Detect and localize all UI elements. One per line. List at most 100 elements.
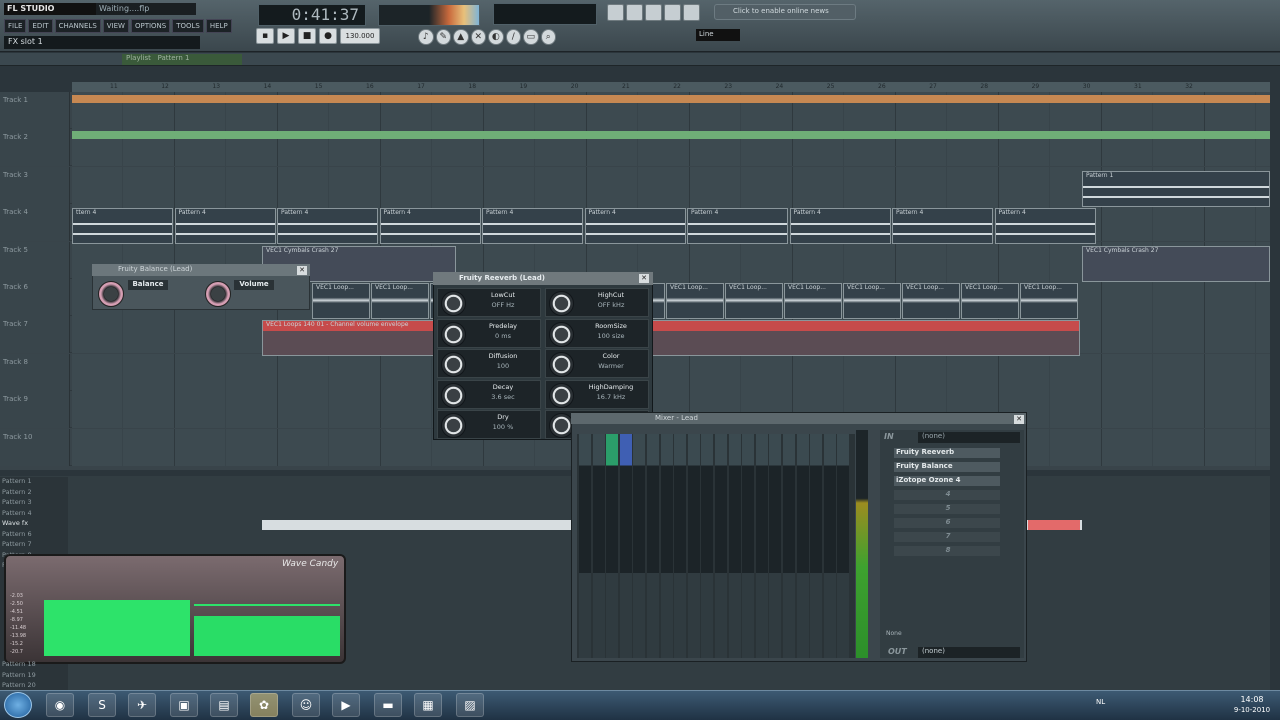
close-icon[interactable]: ✕ <box>1014 415 1024 424</box>
menu-tools[interactable]: TOOLS <box>172 19 204 33</box>
stop-button[interactable]: ■ <box>298 28 316 44</box>
pattern-list-item[interactable]: Pattern 2 <box>0 488 68 499</box>
metronome-icon[interactable]: ♪ <box>418 29 434 45</box>
pencil-icon[interactable]: ✎ <box>435 29 451 45</box>
pattern-clip[interactable]: Pattern 4 <box>174 208 276 245</box>
app-icon[interactable]: ☺ <box>292 693 320 717</box>
pattern-list-item[interactable]: Pattern 4 <box>0 509 68 520</box>
taskbar-clock-time[interactable]: 14:08 <box>1232 695 1272 705</box>
pattern-list-item[interactable]: Pattern 1 <box>0 477 68 488</box>
reverb-knob[interactable] <box>549 291 574 316</box>
tempo-box[interactable]: 130.000 <box>340 28 380 44</box>
fx-slot[interactable]: 6 <box>894 518 1000 528</box>
mixer-channel-strip[interactable] <box>660 434 673 658</box>
start-button[interactable] <box>4 692 32 718</box>
reverb-knob[interactable] <box>441 382 466 408</box>
online-news-bar[interactable]: Click to enable online news <box>714 4 856 20</box>
track-label[interactable]: Track 9 <box>0 391 70 429</box>
loop-clip[interactable]: VEC1 Loop... <box>725 283 783 319</box>
mute-icon[interactable]: ◐ <box>488 29 504 45</box>
app-icon[interactable]: ▨ <box>456 693 484 717</box>
close-icon[interactable]: ✕ <box>297 266 307 275</box>
fruity-reeverb-title[interactable]: Fruity Reeverb (Lead) <box>433 272 653 285</box>
folder-icon[interactable]: ▬ <box>374 693 402 717</box>
fx-slot[interactable]: 5 <box>894 504 1000 514</box>
pattern-list-item[interactable]: Pattern 18 <box>0 660 68 671</box>
menu-help[interactable]: HELP <box>205 19 232 33</box>
track-label[interactable]: Track 5 <box>0 241 70 279</box>
fx-slot[interactable]: 4 <box>894 490 1000 500</box>
track-label[interactable]: Track 7 <box>0 316 70 354</box>
select-icon[interactable]: ▭ <box>523 29 539 45</box>
pattern-list-item[interactable]: Pattern 6 <box>0 530 68 541</box>
reverb-knob[interactable] <box>549 352 574 377</box>
reverb-knob[interactable] <box>549 321 574 347</box>
mixer-channel-strip[interactable] <box>606 434 619 658</box>
track-label[interactable]: Track 6 <box>0 279 70 316</box>
pattern-clip[interactable]: Pattern 4 <box>687 208 788 245</box>
pattern-clip[interactable]: Pattern 4 <box>584 208 686 245</box>
notes-icon[interactable]: ▦ <box>414 693 442 717</box>
zoom-icon[interactable]: ⌕ <box>540 29 556 45</box>
skype-icon[interactable]: S <box>88 693 116 717</box>
play-button[interactable]: ▶ <box>277 28 295 44</box>
menu-view[interactable]: VIEW <box>102 19 129 33</box>
track-label[interactable]: Track 4 <box>0 204 70 242</box>
menu-channels[interactable]: CHANNELS <box>54 19 101 33</box>
reverb-knob[interactable] <box>441 291 466 316</box>
pattern-list-item[interactable]: Pattern 3 <box>0 498 68 509</box>
timeline-ruler[interactable]: 11 12 13 14 15 16 17 18 19 20 21 22 23 24 25 26 27 28 29 30… <box>72 82 1270 92</box>
reverb-knob[interactable] <box>441 321 466 347</box>
fx-slot[interactable]: iZotope Ozone 4 <box>894 476 1000 486</box>
mixer-channel-strip[interactable] <box>823 434 836 658</box>
mixer-channel-strip[interactable] <box>579 434 591 658</box>
taskbar-clock-date[interactable]: 9-10-2010 <box>1228 706 1276 716</box>
step-sequencer-button[interactable] <box>626 4 643 21</box>
mixer-channel-strip[interactable] <box>619 434 632 658</box>
mixer-channel-strip[interactable] <box>810 434 823 658</box>
volume-knob[interactable] <box>205 281 231 307</box>
firefox-icon[interactable]: ◉ <box>46 693 74 717</box>
mixer-channel-strip[interactable] <box>742 434 755 658</box>
app-icon[interactable]: ▤ <box>210 693 238 717</box>
app-icon[interactable]: ✈ <box>128 693 156 717</box>
paint-icon[interactable]: ▲ <box>453 29 469 45</box>
pattern1-clip[interactable]: Pattern 1 <box>1082 170 1270 207</box>
envelope-clip[interactable]: VEC1 Loops 140 01 - Channel volume envel… <box>262 320 1080 357</box>
pattern-list-item[interactable]: Pattern 7 <box>0 540 68 551</box>
pattern-list-item[interactable]: Wave fx <box>0 519 68 530</box>
pattern-list-item[interactable]: Pattern 20 <box>0 681 68 692</box>
fruity-balance-title[interactable]: Fruity Balance (Lead) <box>92 264 310 276</box>
send-label[interactable]: None <box>886 630 910 639</box>
playlist-window-button[interactable] <box>607 4 624 21</box>
mixer-channel-strip[interactable] <box>755 434 768 658</box>
track-label[interactable]: Track 1 <box>0 92 70 129</box>
loop-clip[interactable]: VEC1 Loop... <box>312 283 370 319</box>
browser-button[interactable] <box>664 4 681 21</box>
playlist-pattern-selector[interactable]: Playlist Pattern 1 <box>122 54 242 65</box>
pattern-clip[interactable]: Pattern 4 <box>482 208 583 245</box>
pattern-clip[interactable]: ttern 4 <box>72 208 173 245</box>
mixer-channel-strip[interactable] <box>687 434 700 658</box>
menu-edit[interactable]: EDIT <box>28 19 53 33</box>
mixer-channel-strip[interactable] <box>783 434 795 658</box>
mixer-window-button[interactable] <box>683 4 700 21</box>
mixer-channel-strip[interactable] <box>647 434 659 658</box>
pat-song-toggle[interactable]: ▪ <box>256 28 274 44</box>
output-selector[interactable]: (none) <box>918 647 1020 658</box>
close-icon[interactable]: ✕ <box>639 274 649 283</box>
pattern-clip[interactable]: Pattern 4 <box>277 208 378 245</box>
mixer-channel-strip[interactable] <box>837 434 850 658</box>
track-label[interactable]: Track 10 <box>0 428 70 466</box>
piano-roll-button[interactable] <box>645 4 662 21</box>
mixer-channel-strip[interactable] <box>592 434 605 658</box>
menu-file[interactable]: FILE <box>4 19 27 33</box>
language-indicator[interactable]: NL <box>1096 698 1110 710</box>
pattern-clip[interactable]: Pattern 4 <box>892 208 993 245</box>
delete-icon[interactable]: ✕ <box>470 29 486 45</box>
song-position-display[interactable]: 0:41:37 <box>258 4 366 26</box>
pattern-clip[interactable]: Pattern 4 <box>994 208 1096 245</box>
track2-automation-clip[interactable] <box>72 131 1270 139</box>
wave-fx-clip-end[interactable] <box>1028 520 1080 530</box>
loop-clip[interactable]: VEC1 Loop... <box>902 283 960 319</box>
